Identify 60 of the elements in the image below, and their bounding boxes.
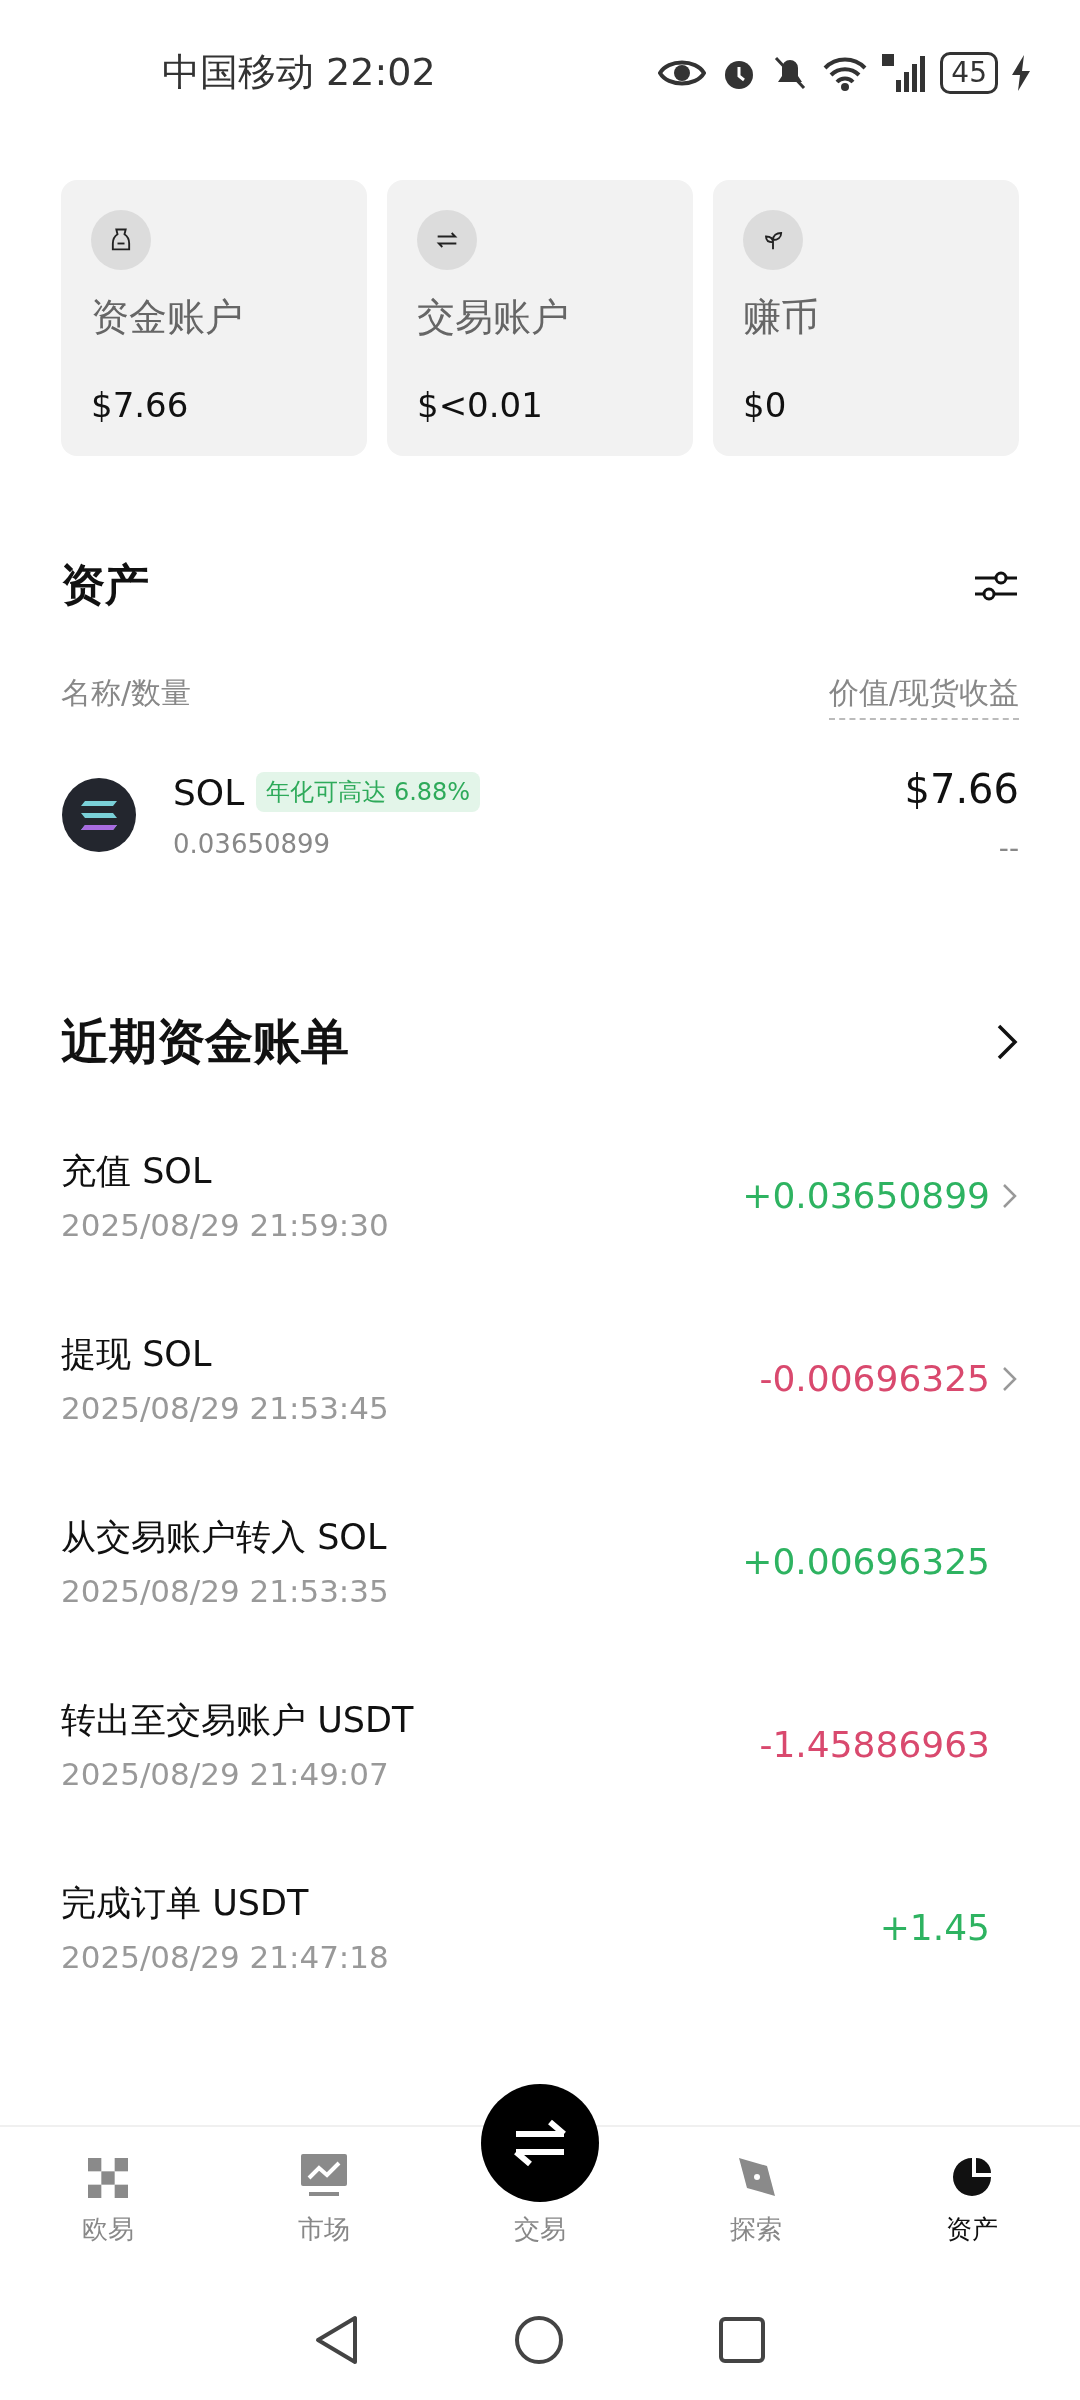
tab-label: 欧易 [82,2213,134,2246]
asset-value: $7.66 [904,765,1019,812]
account-name: 资金账户 [91,294,244,341]
bill-time: 2025/08/29 21:49:07 [61,1756,390,1792]
section-title: 资产 [61,558,149,612]
battery-level: 45 [940,51,998,94]
bill-row[interactable]: 从交易账户转入 SOL 2025/08/29 21:53:35 +0.00696325 [0,1470,1080,1653]
pie-chart-icon [951,2156,993,2198]
tab-item[interactable]: 资产 [864,2127,1080,2265]
carrier-time: 中国移动 22:02 [162,49,436,96]
recents-icon[interactable] [719,2317,765,2363]
account-balance: $<0.01 [417,385,544,425]
tab-label: 探索 [730,2213,782,2246]
bill-title: 从交易账户转入 SOL [61,1516,388,1559]
asset-symbol: SOL [173,771,245,813]
back-icon[interactable] [315,2315,359,2365]
chart-icon [301,2154,347,2198]
tab-item[interactable]: 欧易 [0,2127,216,2265]
account-card[interactable]: 赚币 $0 [713,180,1019,456]
account-name: 赚币 [743,294,820,341]
coin-icon [61,777,137,853]
bill-amount: +1.45 [879,1907,990,1948]
chevron-right-icon[interactable] [995,1022,1019,1062]
asset-pnl: -- [998,831,1019,865]
tab-label: 交易 [514,2213,566,2246]
bill-title: 转出至交易账户 USDT [61,1699,415,1742]
bill-row[interactable]: 完成订单 USDT 2025/08/29 21:47:18 +1.45 [0,1836,1080,2019]
bill-amount: +0.00696325 [742,1541,990,1582]
account-card[interactable]: 资金账户 $7.66 [61,180,367,456]
checker-icon [88,2158,128,2198]
bill-amount: -0.00696325 [759,1358,990,1399]
account-card[interactable]: 交易账户 $<0.01 [387,180,693,456]
bill-row[interactable]: 充值 SOL 2025/08/29 21:59:30 +0.03650899 [0,1104,1080,1287]
tab-item[interactable]: 市场 [216,2127,432,2265]
home-icon[interactable] [514,2315,564,2365]
tab-label: 市场 [298,2213,350,2246]
bill-title: 充值 SOL [61,1150,213,1193]
bill-time: 2025/08/29 21:53:45 [61,1390,390,1426]
charging-icon [1012,54,1030,91]
bill-amount: +0.03650899 [742,1175,990,1216]
account-balance: $0 [743,385,788,425]
tab-label: 资产 [946,2213,998,2246]
bill-title: 完成订单 USDT [61,1882,310,1925]
section-title: 近期资金账单 [61,1012,349,1071]
bill-time: 2025/08/29 21:59:30 [61,1207,390,1243]
column-header[interactable]: 价值/现货收益 [828,673,1019,720]
bill-amount: -1.45886963 [759,1724,990,1765]
tab-item[interactable]: 探索 [648,2127,864,2265]
signal-icon [882,53,927,92]
bill-title: 提现 SOL [61,1333,213,1376]
apy-badge: 年化可高达 6.88% [256,772,481,812]
account-name: 交易账户 [417,294,570,341]
column-header: 名称/数量 [61,674,192,712]
bill-time: 2025/08/29 21:53:35 [61,1573,390,1609]
account-balance: $7.66 [91,385,190,425]
bill-time: 2025/08/29 21:47:18 [61,1939,390,1975]
bill-row[interactable]: 转出至交易账户 USDT 2025/08/29 21:49:07 -1.45886963 [0,1653,1080,1836]
asset-amount: 0.03650899 [173,828,332,859]
tab-item[interactable]: 交易 [432,2077,648,2265]
bill-row[interactable]: 提现 SOL 2025/08/29 21:53:45 -0.00696325 [0,1287,1080,1470]
